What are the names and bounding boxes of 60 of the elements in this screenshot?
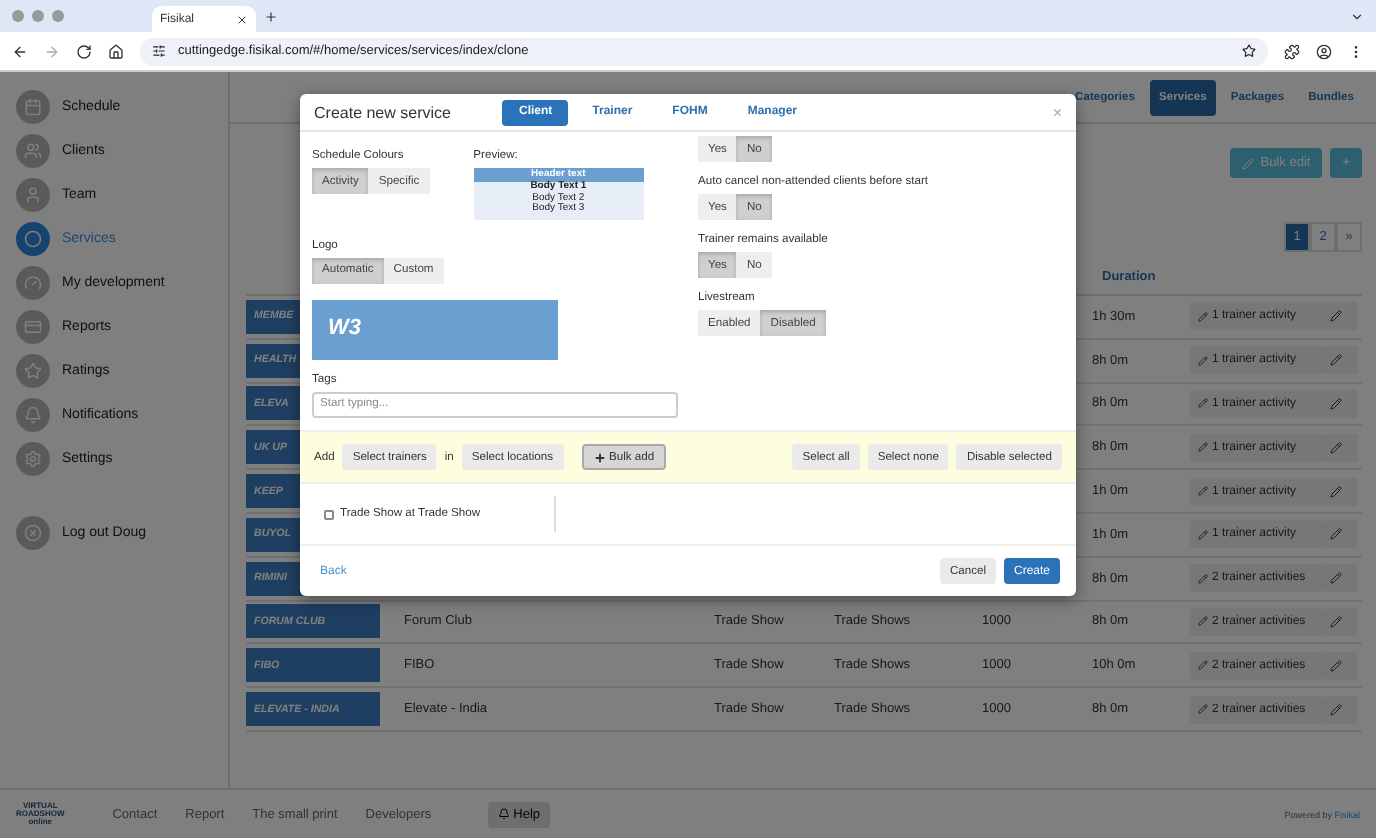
new-tab-icon[interactable]	[264, 9, 278, 23]
logo-preview: W3	[312, 299, 558, 359]
pencil-icon	[1198, 660, 1208, 671]
edit-icon	[1330, 485, 1342, 498]
edit-icon	[1330, 572, 1342, 585]
edit-button[interactable]	[1322, 651, 1358, 680]
edit-icon	[1330, 703, 1342, 716]
pencil-icon	[1198, 704, 1208, 715]
edit-button[interactable]	[1322, 607, 1358, 636]
edit-icon	[1330, 354, 1342, 367]
edit-icon	[1330, 615, 1342, 628]
edit-button[interactable]	[1322, 389, 1358, 418]
pencil-icon	[1198, 398, 1208, 409]
nav-icon	[24, 230, 42, 248]
window-minimize-dot[interactable]	[32, 10, 44, 22]
nav-icon	[24, 318, 42, 336]
edit-icon	[1330, 397, 1342, 410]
pencil-icon	[1198, 486, 1208, 497]
close-icon[interactable]	[236, 13, 248, 25]
window-close-dot[interactable]	[12, 10, 24, 22]
nav-icon	[24, 406, 42, 424]
nav-icon	[24, 142, 42, 160]
nav-icon	[24, 274, 42, 292]
pencil-icon	[1198, 355, 1208, 366]
extensions-icon[interactable]	[1284, 43, 1300, 59]
reload-icon[interactable]	[76, 43, 92, 59]
pencil-icon	[1198, 529, 1208, 540]
nav-icon	[24, 98, 42, 116]
edit-button[interactable]	[1322, 520, 1358, 549]
edit-button[interactable]	[1322, 477, 1358, 506]
dialog-title: Create new service	[314, 103, 451, 121]
pencil-icon	[1198, 573, 1208, 584]
edit-icon	[1330, 528, 1342, 541]
logout-icon	[24, 524, 42, 542]
pencil-icon	[1198, 311, 1208, 322]
bell-icon	[497, 808, 510, 820]
edit-button[interactable]	[1322, 346, 1358, 375]
edit-icon	[1330, 441, 1342, 454]
home-icon[interactable]	[108, 43, 124, 59]
edit-icon	[1330, 659, 1342, 672]
checkbox[interactable]	[324, 509, 334, 519]
window-zoom-dot[interactable]	[52, 10, 64, 22]
pencil-icon	[1242, 157, 1255, 169]
nav-icon	[24, 362, 42, 380]
plus-icon	[593, 451, 606, 463]
pencil-icon	[1198, 442, 1208, 453]
edit-button[interactable]	[1322, 433, 1358, 462]
back-icon[interactable]	[12, 43, 28, 59]
profile-icon[interactable]	[1316, 43, 1332, 59]
site-settings-icon[interactable]	[152, 44, 166, 58]
edit-button[interactable]	[1322, 695, 1358, 724]
edit-icon	[1330, 310, 1342, 323]
star-icon[interactable]	[1242, 44, 1256, 58]
pencil-icon	[1198, 616, 1208, 627]
chevron-down-icon[interactable]	[1350, 9, 1364, 23]
edit-button[interactable]	[1322, 302, 1358, 331]
forward-icon[interactable]	[44, 43, 60, 59]
edit-button[interactable]	[1322, 564, 1358, 593]
nav-icon	[24, 186, 42, 204]
nav-icon	[24, 450, 42, 468]
